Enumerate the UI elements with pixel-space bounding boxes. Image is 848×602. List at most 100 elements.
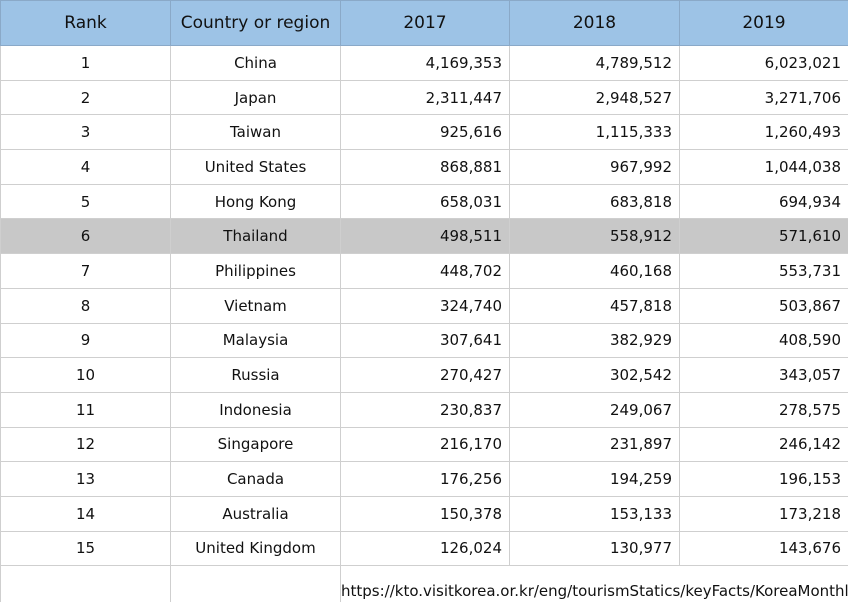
cell-2019[interactable]: 196,153	[679, 461, 848, 497]
header-year-2019[interactable]: 2019	[679, 0, 848, 46]
cell-2017[interactable]: 324,740	[340, 287, 510, 324]
table-row: 15 United Kingdom 126,024 130,977 143,676	[0, 530, 848, 567]
cell-2019[interactable]: 343,057	[679, 357, 848, 393]
header-year-2017[interactable]: 2017	[340, 0, 510, 46]
cell-rank[interactable]: 1	[0, 45, 171, 81]
table-row: 2 Japan 2,311,447 2,948,527 3,271,706	[0, 79, 848, 116]
cell-2018[interactable]: 302,542	[509, 357, 680, 393]
cell-rank[interactable]: 13	[0, 461, 171, 497]
cell-rank[interactable]: 14	[0, 495, 171, 532]
cell-2017[interactable]: 126,024	[340, 530, 510, 567]
cell-2019[interactable]: 694,934	[679, 183, 848, 220]
cell-2017[interactable]: 868,881	[340, 149, 510, 185]
cell-2018[interactable]: 1,115,333	[509, 114, 680, 151]
spreadsheet-view: Rank Country or region 2017 2018 2019 1C…	[0, 0, 848, 602]
cell-country[interactable]: Singapore	[170, 426, 341, 463]
cell-rank[interactable]: 3	[0, 114, 171, 151]
empty-cell[interactable]	[0, 565, 171, 602]
cell-country[interactable]: Malaysia	[170, 322, 341, 359]
cell-2017[interactable]: 2,311,447	[340, 79, 510, 116]
cell-rank[interactable]: 8	[0, 287, 171, 324]
cell-2019[interactable]: 143,676	[679, 530, 848, 567]
cell-rank[interactable]: 10	[0, 357, 171, 393]
cell-2018[interactable]: 558,912	[509, 218, 680, 255]
cell-2018[interactable]: 194,259	[509, 461, 680, 497]
cell-2018[interactable]: 4,789,512	[509, 45, 680, 81]
cell-rank[interactable]: 11	[0, 391, 171, 428]
footer-row: https://kto.visitkorea.or.kr/eng/tourism…	[0, 565, 848, 602]
cell-2017[interactable]: 925,616	[340, 114, 510, 151]
cell-2018[interactable]: 967,992	[509, 149, 680, 185]
header-year-2018[interactable]: 2018	[509, 0, 680, 46]
cell-2019[interactable]: 1,260,493	[679, 114, 848, 151]
cell-2019[interactable]: 173,218	[679, 495, 848, 532]
cell-2019[interactable]: 246,142	[679, 426, 848, 463]
cell-country[interactable]: Philippines	[170, 253, 341, 289]
cell-2017[interactable]: 4,169,353	[340, 45, 510, 81]
cell-country[interactable]: Taiwan	[170, 114, 341, 151]
cell-rank[interactable]: 15	[0, 530, 171, 567]
table-row: 11 Indonesia 230,837 249,067 278,575	[0, 391, 848, 428]
cell-2017[interactable]: 448,702	[340, 253, 510, 289]
table-row: 1 China 4,169,353 4,789,512 6,023,021	[0, 45, 848, 81]
visitors-table: Rank Country or region 2017 2018 2019 1C…	[0, 0, 848, 602]
cell-2017[interactable]: 658,031	[340, 183, 510, 220]
cell-country[interactable]: Hong Kong	[170, 183, 341, 220]
cell-2019[interactable]: 278,575	[679, 391, 848, 428]
header-country[interactable]: Country or region	[170, 0, 341, 46]
cell-2017[interactable]: 270,427	[340, 357, 510, 393]
cell-country[interactable]: China	[170, 45, 341, 81]
cell-2019[interactable]: 503,867	[679, 287, 848, 324]
cell-rank[interactable]: 7	[0, 253, 171, 289]
table-body: 1 China 4,169,353 4,789,512 6,023,021 2 Japan 2…	[0, 45, 848, 602]
cell-2018[interactable]: 153,133	[509, 495, 680, 532]
cell-country[interactable]: Australia	[170, 495, 341, 532]
cell-country[interactable]: Russia	[170, 357, 341, 393]
cell-2018[interactable]: 249,067	[509, 391, 680, 428]
cell-2019[interactable]: 6,023,021	[679, 45, 848, 81]
cell-2017[interactable]: 307,641	[340, 322, 510, 359]
cell-rank[interactable]: 6	[0, 218, 171, 255]
table-row: 8 Vietnam 324,740 457,818 503,867	[0, 287, 848, 324]
cell-2018[interactable]: 683,818	[509, 183, 680, 220]
empty-cell[interactable]	[170, 565, 341, 602]
cell-country[interactable]: Vietnam	[170, 287, 341, 324]
cell-country[interactable]: Japan	[170, 79, 341, 116]
cell-2017[interactable]: 230,837	[340, 391, 510, 428]
cell-2018[interactable]: 2,948,527	[509, 79, 680, 116]
cell-2019[interactable]: 408,590	[679, 322, 848, 359]
cell-2019[interactable]: 3,271,706	[679, 79, 848, 116]
cell-2018[interactable]: 130,977	[509, 530, 680, 567]
table-row: 4 United States 868,881 967,992 1,044,038	[0, 149, 848, 185]
cell-2018[interactable]: 460,168	[509, 253, 680, 289]
cell-country[interactable]: United States	[170, 149, 341, 185]
cell-country[interactable]: Indonesia	[170, 391, 341, 428]
cell-rank[interactable]: 2	[0, 79, 171, 116]
cell-rank[interactable]: 9	[0, 322, 171, 359]
cell-2019[interactable]: 1,044,038	[679, 149, 848, 185]
header-row: Rank Country or region 2017 2018 2019	[0, 0, 848, 46]
cell-2018[interactable]: 382,929	[509, 322, 680, 359]
cell-2018[interactable]: 457,818	[509, 287, 680, 324]
cell-2019[interactable]: 553,731	[679, 253, 848, 289]
source-note[interactable]: https://kto.visitkorea.or.kr/eng/tourism…	[340, 565, 848, 602]
cell-2019[interactable]: 571,610	[679, 218, 848, 255]
table-row: 5 Hong Kong 658,031 683,818 694,934	[0, 183, 848, 220]
cell-2018[interactable]: 231,897	[509, 426, 680, 463]
table-row: 7 Philippines 448,702 460,168 553,731	[0, 253, 848, 289]
table-row: 13 Canada 176,256 194,259 196,153	[0, 461, 848, 497]
cell-rank[interactable]: 5	[0, 183, 171, 220]
cell-rank[interactable]: 4	[0, 149, 171, 185]
cell-2017[interactable]: 150,378	[340, 495, 510, 532]
table-row: 3 Taiwan 925,616 1,115,333 1,260,493	[0, 114, 848, 151]
cell-country[interactable]: United Kingdom	[170, 530, 341, 567]
header-rank[interactable]: Rank	[0, 0, 171, 46]
cell-country[interactable]: Thailand	[170, 218, 341, 255]
cell-2017[interactable]: 176,256	[340, 461, 510, 497]
table-row: 9 Malaysia 307,641 382,929 408,590	[0, 322, 848, 359]
cell-2017[interactable]: 498,511	[340, 218, 510, 255]
cell-country[interactable]: Canada	[170, 461, 341, 497]
cell-2017[interactable]: 216,170	[340, 426, 510, 463]
cell-rank[interactable]: 12	[0, 426, 171, 463]
table-row: 14 Australia 150,378 153,133 173,218	[0, 495, 848, 532]
